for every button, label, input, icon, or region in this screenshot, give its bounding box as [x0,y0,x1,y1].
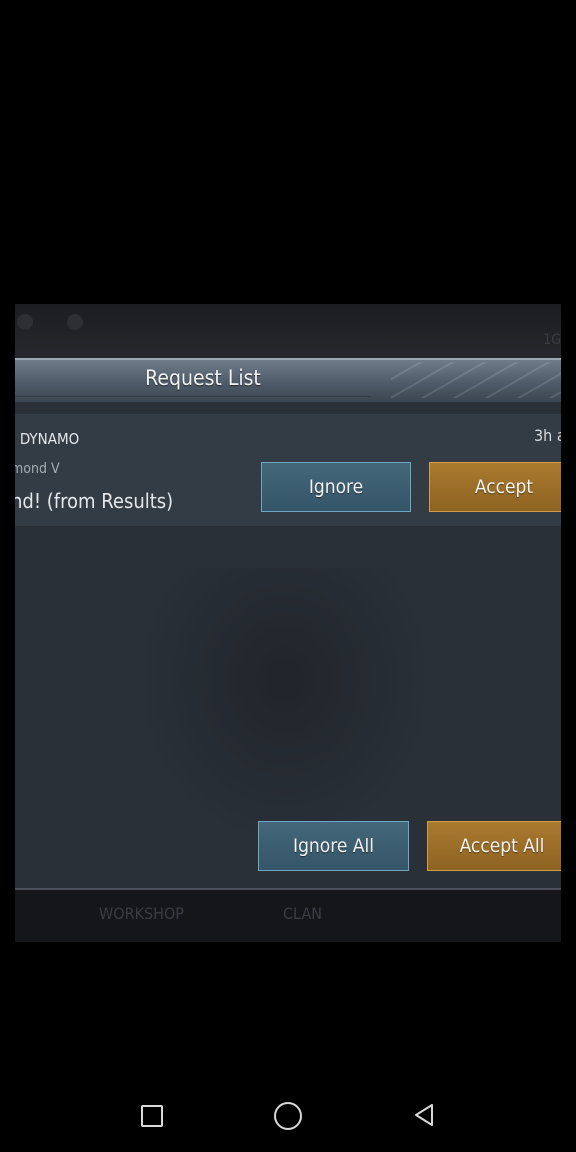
game-bottom-nav: WORKSHOP CLAN [15,888,561,942]
request-time: 3h a [534,426,561,445]
request-message: nd! (from Results) [15,489,174,513]
game-screen: 1G Request List | DYNAMO mond V nd! (fro… [15,304,561,942]
back-icon[interactable] [412,1103,436,1127]
topbar-partial-text: 1G [543,332,561,348]
request-list-dialog: Request List | DYNAMO mond V nd! (from R… [15,358,561,888]
profile-icon[interactable] [67,314,83,330]
dialog-title: Request List [145,366,261,390]
game-top-bar: 1G [15,304,561,358]
dialog-header: Request List [15,358,561,402]
player-name: | DYNAMO [15,430,80,448]
player-rank: mond V [15,461,60,477]
nav-clan[interactable]: CLAN [283,904,322,923]
ignore-button[interactable]: Ignore [261,462,411,512]
accept-all-button[interactable]: Accept All [427,821,561,871]
accept-button[interactable]: Accept [429,462,561,512]
background-character [135,568,435,848]
ignore-all-button[interactable]: Ignore All [258,821,409,871]
header-decoration [391,362,561,398]
settings-icon[interactable] [17,314,33,330]
recent-apps-icon[interactable] [141,1105,163,1127]
home-icon[interactable] [274,1102,302,1130]
system-navigation-bar [0,1085,576,1145]
nav-workshop[interactable]: WORKSHOP [99,904,184,923]
